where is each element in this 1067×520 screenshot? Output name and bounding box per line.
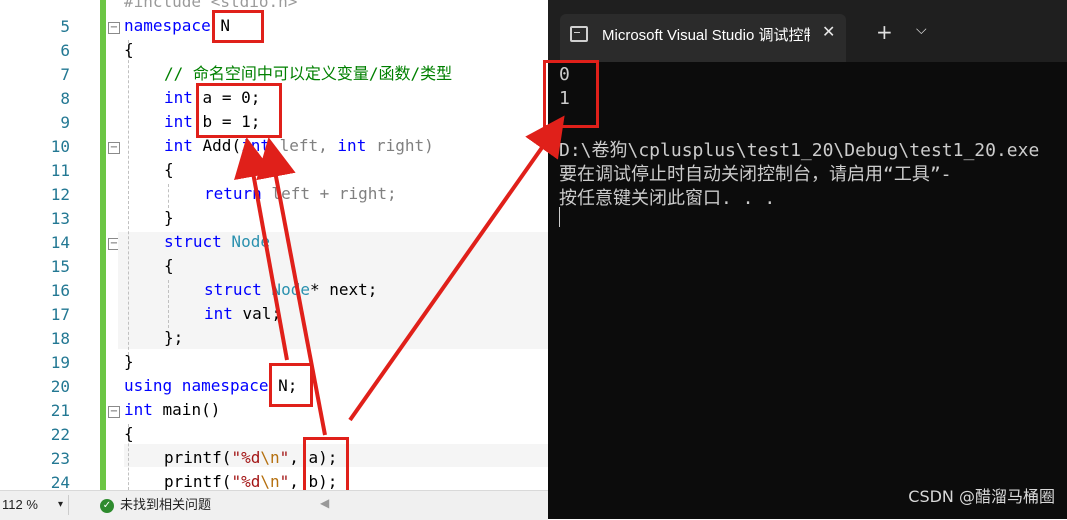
line-number: 23 xyxy=(50,449,70,468)
check-circle-icon: ✓ xyxy=(100,498,114,513)
indent-guide xyxy=(128,40,129,360)
zoom-value: 112 % xyxy=(2,497,38,512)
indent-guide xyxy=(168,280,169,328)
console-output-line: 要在调试停止时自动关闭控制台，请启用“工具”- xyxy=(559,164,952,185)
console-tab[interactable]: Microsoft Visual Studio 调试控制台 ✕ xyxy=(560,14,846,62)
line-number: 19 xyxy=(50,353,70,372)
code-line: { xyxy=(164,256,174,275)
line-number: 5 xyxy=(60,17,70,36)
code-line: }; xyxy=(164,328,184,347)
scroll-left-icon[interactable]: ◀ xyxy=(320,496,329,510)
indent-guide xyxy=(168,184,169,208)
new-tab-button[interactable]: + xyxy=(876,20,893,44)
line-number: 12 xyxy=(50,185,70,204)
code-line: int val; xyxy=(204,304,282,323)
annotation-box-variables xyxy=(196,83,282,138)
line-number: 22 xyxy=(50,425,70,444)
issue-indicator[interactable]: ✓ 未找到相关问题 xyxy=(100,495,211,515)
code-editor[interactable]: 5 6 7 8 9 10 11 12 13 14 15 16 17 18 19 … xyxy=(0,0,548,520)
line-number: 16 xyxy=(50,281,70,300)
tab-dropdown-button[interactable]: ⌵ xyxy=(916,22,927,38)
line-number: 11 xyxy=(50,161,70,180)
debug-console-window[interactable]: Microsoft Visual Studio 调试控制台 ✕ + ⌵ 0 1 … xyxy=(543,0,1067,519)
annotation-box-output xyxy=(543,60,599,128)
line-number: 14 xyxy=(50,233,70,252)
line-number: 17 xyxy=(50,305,70,324)
code-line: } xyxy=(124,352,134,371)
issue-text: 未找到相关问题 xyxy=(120,497,212,512)
line-number: 10 xyxy=(50,137,70,156)
status-bar: 112 % ▾ ✓ 未找到相关问题 ◀ xyxy=(0,490,548,520)
code-line: #include <stdio.h> xyxy=(124,0,298,11)
terminal-icon xyxy=(570,26,588,42)
console-output-line: 按任意键关闭此窗口. . . xyxy=(559,188,776,209)
zoom-dropdown-icon[interactable]: ▾ xyxy=(58,495,63,515)
annotation-box-namespace-name xyxy=(212,10,264,43)
line-number: 8 xyxy=(60,89,70,108)
code-line: { xyxy=(124,424,134,443)
watermark: CSDN @醋溜马桶圈 xyxy=(908,487,1055,506)
line-number: 21 xyxy=(50,401,70,420)
line-number: 20 xyxy=(50,377,70,396)
tab-title: Microsoft Visual Studio 调试控制台 xyxy=(602,27,810,44)
code-line: return left + right; xyxy=(204,184,397,203)
line-number: 7 xyxy=(60,65,70,84)
line-number: 9 xyxy=(60,113,70,132)
line-number: 13 xyxy=(50,209,70,228)
code-line: struct Node* next; xyxy=(204,280,378,299)
code-line: } xyxy=(164,208,174,227)
code-line: { xyxy=(164,160,174,179)
code-line: int main() xyxy=(124,400,221,419)
change-marker-bar xyxy=(100,0,106,490)
fold-toggle[interactable]: − xyxy=(108,406,120,418)
fold-toggle[interactable]: − xyxy=(108,22,120,34)
console-output-line: D:\卷狗\cplusplus\test1_20\Debug\test1_20.… xyxy=(559,140,1040,161)
close-tab-button[interactable]: ✕ xyxy=(822,22,835,41)
text-cursor xyxy=(559,207,560,227)
code-line: { xyxy=(124,40,134,59)
code-line: struct Node xyxy=(164,232,270,251)
console-tab-bar: Microsoft Visual Studio 调试控制台 ✕ + ⌵ xyxy=(548,0,1067,62)
line-number: 15 xyxy=(50,257,70,276)
line-number: 6 xyxy=(60,41,70,60)
line-number: 18 xyxy=(50,329,70,348)
annotation-box-using-namespace xyxy=(269,363,313,407)
fold-toggle[interactable]: − xyxy=(108,142,120,154)
